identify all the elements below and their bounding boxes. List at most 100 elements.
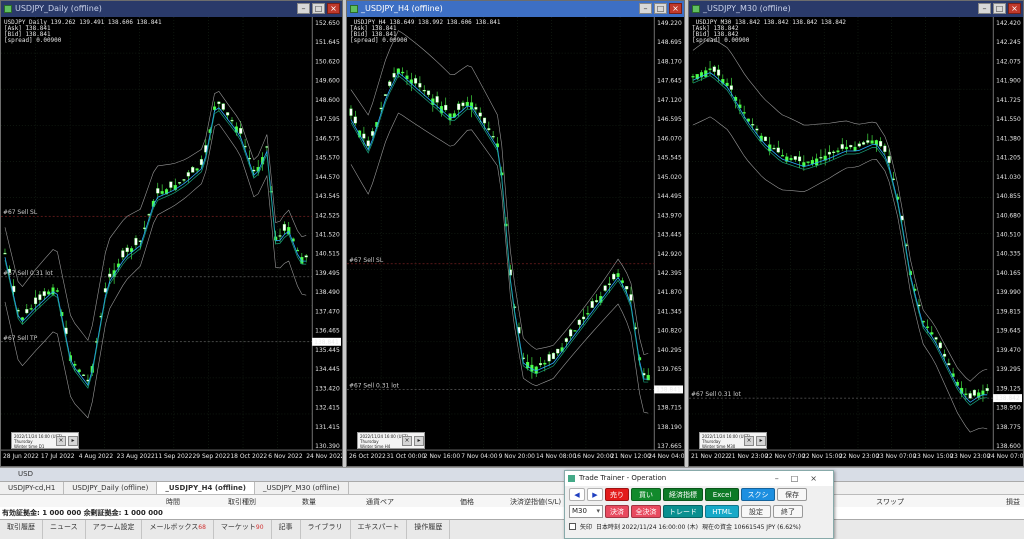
- chart-titlebar[interactable]: _USDJPY_M30 (offline) – □ ×: [689, 1, 1023, 17]
- candle-body: [968, 393, 972, 399]
- price-tick-label: 145.545: [657, 155, 682, 162]
- settings-button[interactable]: 設定: [741, 505, 771, 518]
- terminal-tab[interactable]: メールボックス68: [142, 520, 214, 539]
- price-tick-label: 140.335: [996, 251, 1021, 258]
- price-chart-svg[interactable]: 152.650 151.645 150.620 149.600 148.600 147.5…: [1, 17, 342, 466]
- terminal-tab[interactable]: エキスパート: [351, 520, 408, 539]
- price-chart-svg[interactable]: 149.220 148.695 148.170 147.645 147.120 146.5…: [347, 17, 684, 466]
- price-tick-label: 148.695: [657, 39, 682, 46]
- maximize-icon[interactable]: □: [993, 3, 1006, 14]
- minimize-icon[interactable]: –: [978, 3, 991, 14]
- dialog-titlebar[interactable]: Trade Trainer - Operation –□×: [565, 471, 833, 486]
- economic-indicator-button[interactable]: 経済指標: [663, 488, 703, 501]
- candle-body: [751, 124, 755, 126]
- exit-button[interactable]: 終了: [773, 505, 803, 518]
- col-price[interactable]: 価格: [460, 497, 474, 507]
- time-tick-label: 22 Nov 15:00: [802, 453, 842, 460]
- chart-tab[interactable]: USDJPY_Daily (offline): [64, 482, 158, 494]
- chart-tab[interactable]: _USDJPY_M30 (offline): [255, 482, 349, 494]
- col-symbol[interactable]: 通貨ペア: [366, 497, 394, 507]
- candle-body: [169, 181, 173, 188]
- timeframe-select[interactable]: M30: [569, 505, 603, 518]
- maximize-icon[interactable]: □: [312, 3, 325, 14]
- candle-body: [362, 133, 366, 139]
- price-tick-label: 133.420: [315, 385, 340, 392]
- mini-close-button[interactable]: ×: [56, 436, 66, 446]
- close-icon[interactable]: ×: [1008, 3, 1021, 14]
- price-tick-label: 141.030: [996, 174, 1021, 181]
- mini-close-button[interactable]: ×: [402, 436, 412, 446]
- col-time[interactable]: 時間: [166, 497, 180, 507]
- col-volume[interactable]: 数量: [302, 497, 316, 507]
- terminal-tab[interactable]: ニュース: [43, 520, 86, 539]
- price-tick-label: 140.295: [657, 347, 682, 354]
- minimized-window-strip[interactable]: USD: [0, 467, 1024, 481]
- candle-body: [612, 273, 616, 280]
- chart-window-h4[interactable]: _USDJPY_H4 (offline) – □ × 149.220 148.69…: [346, 0, 685, 467]
- price-chart-svg[interactable]: 142.420 142.245 142.075 141.900 141.725 141.5…: [689, 17, 1023, 466]
- col-profit[interactable]: 損益: [1006, 497, 1020, 507]
- mini-forward-button[interactable]: ▸: [414, 436, 424, 446]
- close-icon[interactable]: ×: [327, 3, 340, 14]
- save-button[interactable]: 保存: [777, 488, 807, 501]
- chart-window-daily[interactable]: USDJPY_Daily (offline) – □ × 152.650 151.…: [0, 0, 343, 467]
- close-icon[interactable]: ×: [669, 3, 682, 14]
- chart-titlebar[interactable]: _USDJPY_H4 (offline) – □ ×: [347, 1, 684, 17]
- chart-tab[interactable]: USDJPY-cd,H1: [0, 482, 65, 494]
- chart-titlebar[interactable]: USDJPY_Daily (offline) – □ ×: [1, 1, 342, 17]
- terminal-tab-label: 操作履歴: [414, 523, 443, 531]
- time-tick-label: 21 Nov 12:00: [611, 453, 651, 460]
- candle-body: [780, 155, 785, 157]
- dialog-window-controls[interactable]: –□×: [775, 471, 829, 486]
- candle-body: [474, 107, 478, 110]
- candle-body: [487, 128, 491, 131]
- price-chart[interactable]: 149.220 148.695 148.170 147.645 147.120 146.5…: [347, 17, 684, 466]
- desktop: USDJPY_Daily (offline) – □ × 152.650 151.…: [0, 0, 1024, 539]
- terminal-header: 時間 取引種別 数量 通貨ペア 価格 決済逆指値(S/L) スワップ 損益: [0, 494, 1024, 507]
- price-chart[interactable]: 152.650 151.645 150.620 149.600 148.600 147.5…: [1, 17, 342, 466]
- candle-body: [221, 103, 225, 110]
- terminal-tab[interactable]: ライブラリ: [301, 520, 351, 539]
- terminal-tab[interactable]: マーケット90: [214, 520, 272, 539]
- candle-body: [798, 156, 802, 162]
- terminal-tab[interactable]: 記事: [272, 520, 301, 539]
- next-button[interactable]: ▶: [587, 488, 603, 501]
- candle-body: [836, 150, 840, 153]
- candle-body: [934, 337, 938, 340]
- close-all-button[interactable]: 全決済: [631, 505, 661, 518]
- screenshot-button[interactable]: スクショ: [741, 488, 775, 512]
- terminal-tab[interactable]: アラーム設定: [86, 520, 143, 539]
- price-tick-label: 147.645: [657, 78, 682, 85]
- window-controls: – □ ×: [978, 3, 1021, 14]
- sell-button[interactable]: 売り: [605, 488, 629, 501]
- candle-body: [551, 352, 555, 360]
- time-tick-label: 22 Nov 23:00: [839, 453, 879, 460]
- candle-body: [77, 369, 81, 373]
- arrow-checkbox[interactable]: [569, 523, 576, 530]
- candle-body: [815, 158, 819, 166]
- close-position-button[interactable]: 決済: [605, 505, 629, 518]
- candle-body: [755, 128, 759, 131]
- chart-tab-active[interactable]: _USDJPY_H4 (offline): [157, 482, 255, 494]
- mini-forward-button[interactable]: ▸: [756, 436, 766, 446]
- terminal-tab[interactable]: 操作履歴: [407, 520, 451, 539]
- prev-button[interactable]: ◀: [569, 488, 585, 501]
- trade-button[interactable]: トレード: [663, 505, 703, 518]
- trade-trainer-dialog[interactable]: Trade Trainer - Operation –□× ◀ ▶ 売り 買い …: [564, 470, 834, 539]
- chart-window-m30[interactable]: _USDJPY_M30 (offline) – □ × 142.420 142.2…: [688, 0, 1024, 467]
- col-sl[interactable]: 決済逆指値(S/L): [510, 497, 561, 507]
- terminal-tab[interactable]: 取引履歴: [0, 520, 43, 539]
- html-button[interactable]: HTML: [705, 505, 739, 518]
- minimize-icon[interactable]: –: [297, 3, 310, 14]
- excel-button[interactable]: Excel: [705, 488, 739, 501]
- buy-button[interactable]: 買い: [631, 488, 661, 501]
- minimized-window-label[interactable]: USD: [18, 470, 33, 478]
- maximize-icon[interactable]: □: [654, 3, 667, 14]
- col-type[interactable]: 取引種別: [228, 497, 256, 507]
- mini-forward-button[interactable]: ▸: [68, 436, 78, 446]
- col-swap[interactable]: スワップ: [876, 497, 904, 507]
- price-chart[interactable]: 142.420 142.245 142.075 141.900 141.725 141.5…: [689, 17, 1023, 466]
- minimize-icon[interactable]: –: [639, 3, 652, 14]
- mini-close-button[interactable]: ×: [744, 436, 754, 446]
- candle-body: [603, 285, 607, 291]
